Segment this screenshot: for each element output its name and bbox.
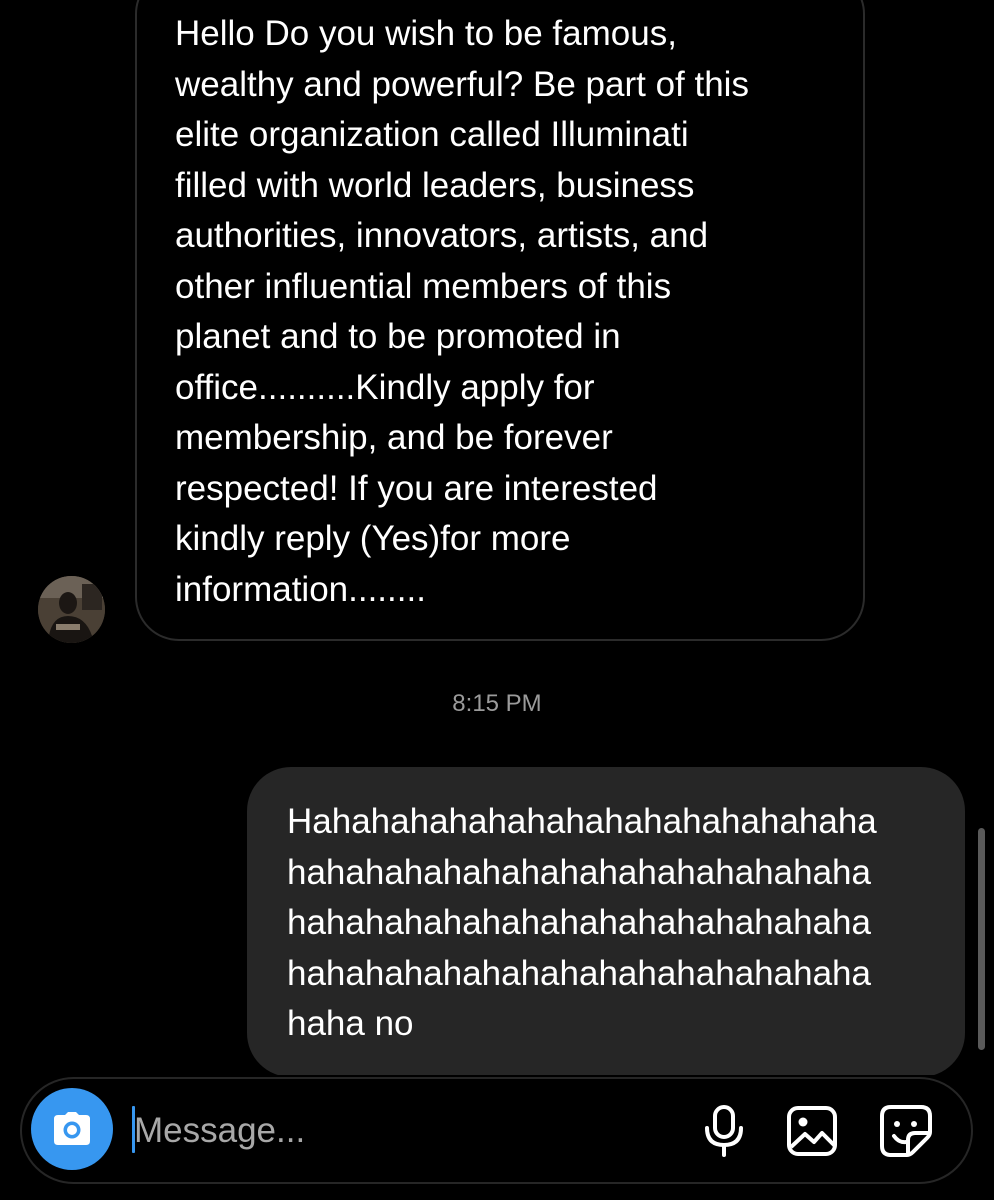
sticker-icon [880,1105,932,1157]
message-timestamp: 8:15 PM [452,690,542,717]
sent-message-bubble[interactable]: Hahahahahahahahahahahahahahaha hahahahah… [247,767,965,1075]
received-message-text: Hello Do you wish to be famous, wealthy … [175,14,749,609]
sent-message-text: Hahahahahahahahahahahahahahaha hahahahah… [287,802,877,1043]
microphone-icon [705,1105,743,1157]
sticker-button[interactable] [878,1103,934,1159]
received-message-bubble[interactable]: Hello Do you wish to be famous, wealthy … [135,0,865,641]
message-input[interactable] [134,1101,674,1161]
sender-avatar[interactable] [38,576,105,643]
message-composer [20,1077,973,1184]
camera-button[interactable] [31,1088,113,1170]
image-icon [787,1106,837,1156]
camera-icon [54,1112,90,1145]
scrollbar[interactable] [978,828,985,1050]
gallery-button[interactable] [784,1103,840,1159]
message-thread[interactable]: Hello Do you wish to be famous, wealthy … [0,0,994,1075]
microphone-button[interactable] [696,1103,752,1159]
avatar-photo [38,576,105,643]
